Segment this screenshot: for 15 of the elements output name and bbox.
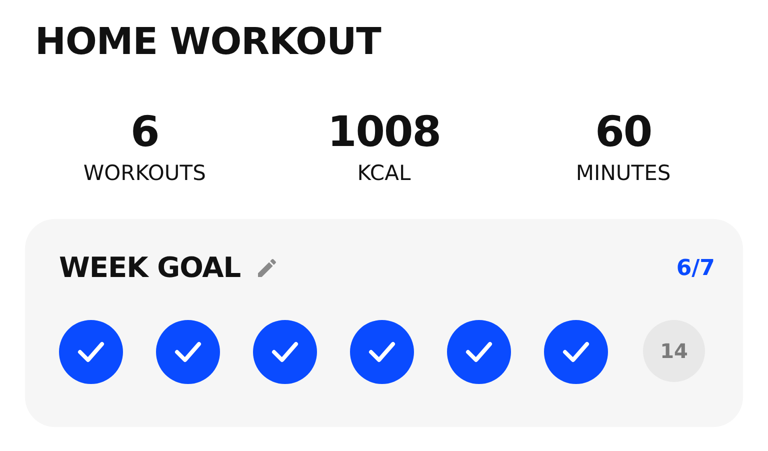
- checkmark-icon: [173, 340, 203, 364]
- stat-value: 60: [595, 108, 652, 156]
- stat-label: MINUTES: [576, 160, 671, 187]
- checkmark-icon: [76, 340, 106, 364]
- stat-value: 6: [130, 108, 159, 156]
- stat-label: KCAL: [357, 160, 411, 187]
- stat-value: 1008: [328, 108, 440, 156]
- card-title: WEEK GOAL: [59, 250, 241, 286]
- checkmark-icon: [367, 340, 397, 364]
- checkmark-icon: [270, 340, 300, 364]
- checkmark-icon: [561, 340, 591, 364]
- checkmark-icon: [464, 340, 494, 364]
- page-title: HOME WORKOUT: [35, 20, 381, 64]
- day-circle[interactable]: 14: [643, 320, 705, 382]
- stat-label: WORKOUTS: [83, 160, 206, 187]
